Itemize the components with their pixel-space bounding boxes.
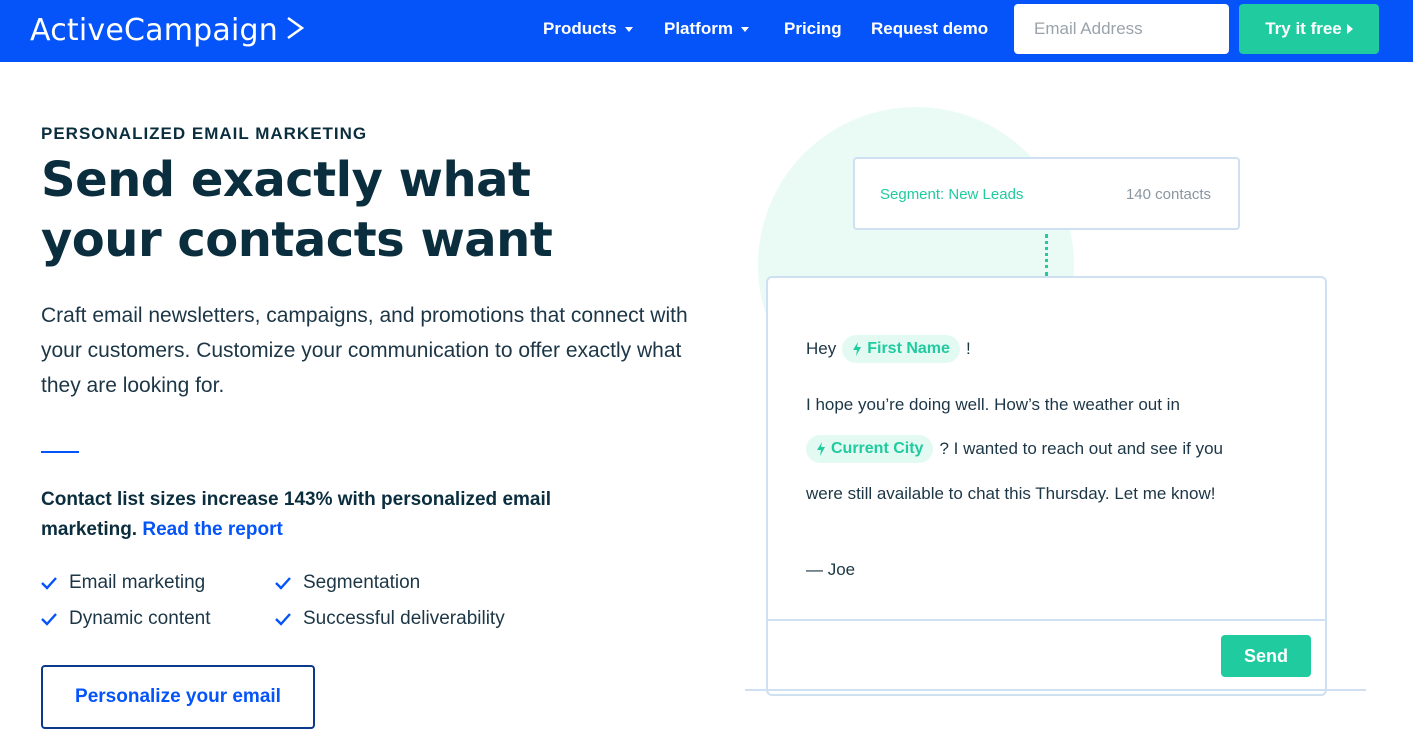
feature-label: Successful deliverability — [303, 608, 505, 629]
connector-line — [1045, 234, 1048, 276]
try-it-free-button[interactable]: Try it free — [1239, 4, 1379, 54]
try-it-free-label: Try it free — [1265, 19, 1342, 38]
chevron-right-icon — [286, 13, 305, 48]
eyebrow-label: PERSONALIZED EMAIL MARKETING — [41, 124, 368, 143]
nav-products-label: Products — [543, 19, 617, 38]
section-divider — [41, 451, 79, 453]
nav-products[interactable]: Products — [543, 19, 633, 39]
bolt-icon — [852, 342, 862, 356]
personalize-email-label: Personalize your email — [75, 686, 281, 707]
greeting-text: Hey — [806, 339, 837, 358]
segment-count: 140 contacts — [1125, 186, 1211, 203]
email-line-1: I hope you’re doing well. How’s the weat… — [806, 395, 1180, 414]
email-signature: — Joe — [806, 560, 856, 579]
email-footer-divider — [768, 619, 1325, 621]
check-icon — [41, 611, 57, 627]
nav-request-demo[interactable]: Request demo — [871, 19, 988, 39]
check-icon — [275, 575, 291, 591]
feature-item: Successful deliverability — [275, 608, 505, 630]
stat-callout: Contact list sizes increase 143% with pe… — [41, 485, 561, 545]
caret-down-icon — [740, 26, 749, 32]
top-navigation-bar: ActiveCampaign Products Platform Pricing… — [0, 0, 1413, 62]
illustration-baseline — [745, 689, 1366, 691]
send-label: Send — [1243, 645, 1288, 666]
segment-label: Segment: New Leads — [880, 186, 1024, 203]
current-city-tag-label: Current City — [831, 440, 924, 457]
email-greeting-line: Hey First Name ! — [806, 335, 971, 363]
feature-label: Email marketing — [69, 572, 206, 593]
caret-down-icon — [624, 26, 633, 32]
nav-pricing[interactable]: Pricing — [784, 19, 842, 39]
feature-item: Email marketing — [41, 572, 205, 594]
email-body-line-1: I hope you’re doing well. How’s the weat… — [806, 395, 1180, 415]
hero-description: Craft email newsletters, campaigns, and … — [41, 304, 688, 397]
hero-headline: Send exactly what your contacts want — [41, 152, 553, 268]
personalize-email-button[interactable]: Personalize your email — [41, 665, 315, 729]
feature-label: Segmentation — [303, 572, 421, 593]
stat-text: Contact list sizes increase 143% with pe… — [41, 489, 552, 540]
nav-request-demo-label: Request demo — [871, 19, 989, 38]
email-address-input[interactable] — [1014, 4, 1229, 54]
feature-label: Dynamic content — [69, 608, 211, 629]
play-arrow-icon — [1346, 24, 1353, 34]
logo-text: ActiveCampaign — [30, 13, 278, 48]
feature-item: Dynamic content — [41, 608, 211, 630]
nav-pricing-label: Pricing — [784, 19, 842, 38]
read-report-link[interactable]: Read the report — [142, 519, 282, 540]
first-name-tag: First Name — [842, 335, 960, 363]
email-line-3: were still available to chat this Thursd… — [806, 484, 1216, 503]
current-city-tag: Current City — [806, 435, 934, 463]
email-line-2: ? I wanted to reach out and see if you — [939, 439, 1223, 458]
check-icon — [275, 611, 291, 627]
bolt-icon — [816, 442, 826, 456]
email-body-line-3: were still available to chat this Thursd… — [806, 484, 1215, 504]
nav-platform-label: Platform — [664, 19, 733, 38]
check-icon — [41, 575, 57, 591]
email-body-line-2: Current City ? I wanted to reach out and… — [800, 435, 1223, 463]
feature-item: Segmentation — [275, 572, 420, 594]
first-name-tag-label: First Name — [867, 340, 950, 357]
segment-card: Segment: New Leads 140 contacts — [853, 157, 1240, 230]
greeting-exclaim: ! — [965, 339, 971, 358]
activecampaign-logo[interactable]: ActiveCampaign — [30, 13, 305, 48]
nav-platform[interactable]: Platform — [664, 19, 749, 39]
send-button[interactable]: Send — [1221, 635, 1311, 677]
